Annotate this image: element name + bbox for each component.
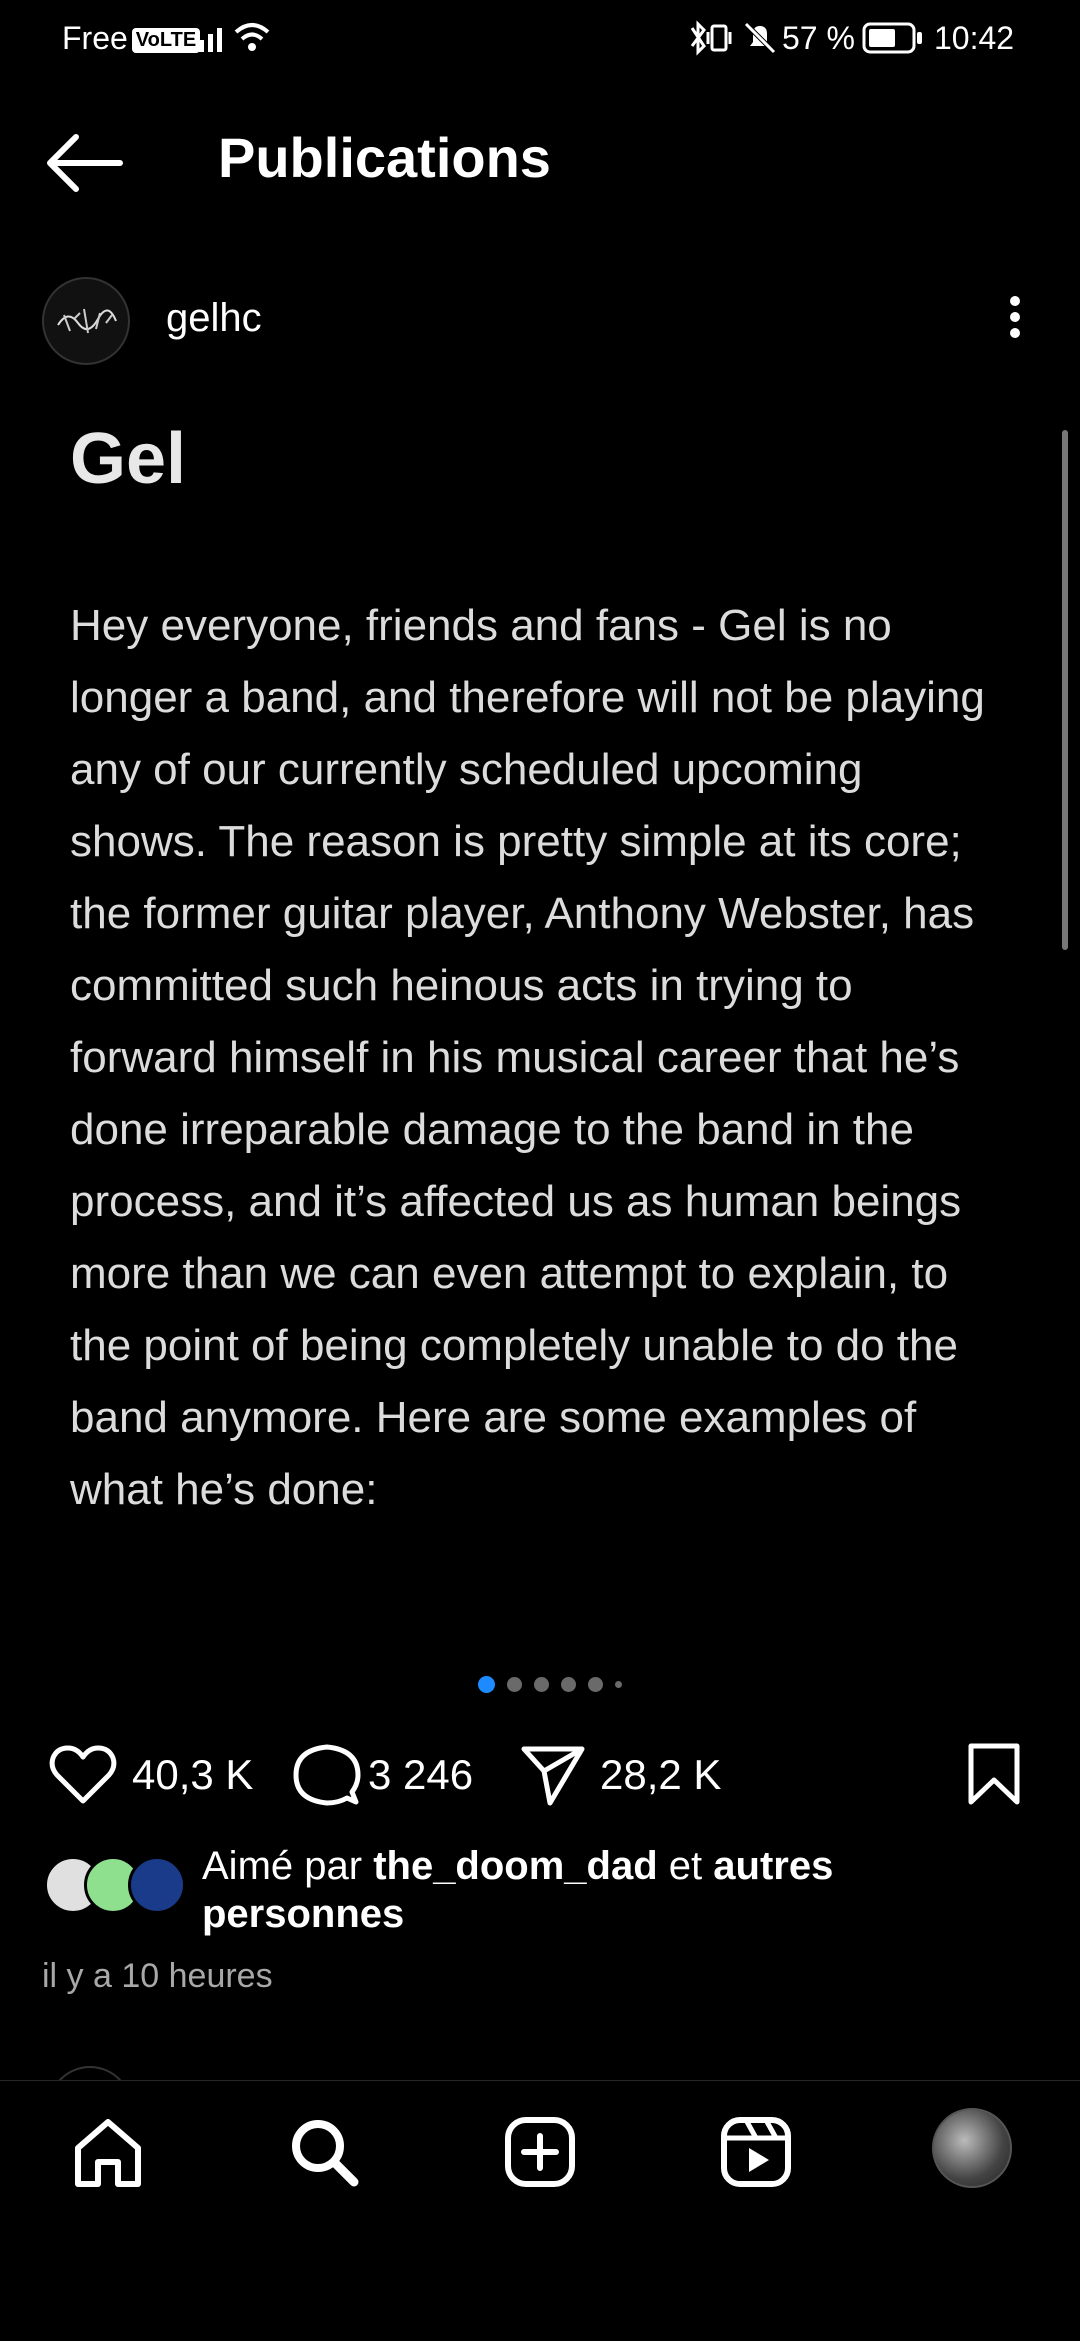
like-count: 40,3 K: [132, 1751, 254, 1798]
mute-bell-icon: [744, 22, 776, 54]
share-count: 28,2 K: [600, 1751, 722, 1798]
clock: 10:42: [934, 20, 1015, 56]
reels-icon[interactable]: [716, 2112, 796, 2192]
signal-icon: [190, 28, 222, 52]
battery-percent: 57 %: [782, 20, 855, 56]
comment-action[interactable]: 3 246: [292, 1740, 473, 1810]
search-icon[interactable]: [284, 2112, 364, 2192]
post-author-avatar[interactable]: [42, 277, 130, 365]
carousel-dot-active: [478, 1675, 495, 1693]
bookmark-icon[interactable]: [966, 1742, 1022, 1806]
post-slide-text: Hey everyone, friends and fans - Gel is …: [70, 601, 985, 1514]
like-action[interactable]: 40,3 K: [48, 1740, 253, 1810]
create-icon[interactable]: [500, 2112, 580, 2192]
comment-icon[interactable]: [292, 1742, 362, 1808]
carousel-dot: [507, 1676, 522, 1692]
send-icon[interactable]: [520, 1743, 586, 1807]
profile-avatar[interactable]: [932, 2108, 1012, 2188]
scrollbar[interactable]: [1062, 430, 1068, 950]
battery-icon: [862, 22, 922, 54]
liked-by-prefix: Aimé par: [202, 1844, 363, 1888]
liked-by-avatars[interactable]: [44, 1856, 186, 1914]
liker-avatar: [128, 1856, 186, 1914]
bluetooth-vibrate-icon: [690, 20, 732, 56]
carousel-dot: [534, 1676, 549, 1692]
wifi-icon: [234, 23, 270, 51]
post-author-username[interactable]: gelhc: [166, 296, 262, 341]
share-action[interactable]: 28,2 K: [520, 1740, 721, 1810]
band-logo-icon: [57, 308, 117, 334]
carousel-dot: [561, 1676, 576, 1692]
liked-by-username[interactable]: the_doom_dad: [373, 1844, 657, 1888]
page-title: Publications: [218, 126, 551, 189]
carrier-name: Free: [62, 20, 128, 56]
post-slide-title: Gel: [70, 419, 187, 499]
liked-by-join: et: [668, 1844, 703, 1888]
more-options-icon[interactable]: [995, 290, 1035, 350]
carrier-label: Free VoLTE: [62, 20, 201, 57]
carousel-dot: [615, 1680, 622, 1688]
heart-icon[interactable]: [48, 1743, 118, 1807]
liked-by-text[interactable]: Aimé par the_doom_dad et autres personne…: [202, 1842, 1022, 1938]
carousel-indicator: [478, 1673, 622, 1695]
comment-count: 3 246: [368, 1751, 474, 1798]
status-bar: Free VoLTE 57 % 10:42: [0, 0, 1080, 78]
back-arrow-icon[interactable]: [40, 128, 130, 198]
carousel-dot: [588, 1676, 603, 1692]
post-timestamp: il y a 10 heures: [42, 1957, 273, 1995]
home-icon[interactable]: [68, 2112, 148, 2192]
